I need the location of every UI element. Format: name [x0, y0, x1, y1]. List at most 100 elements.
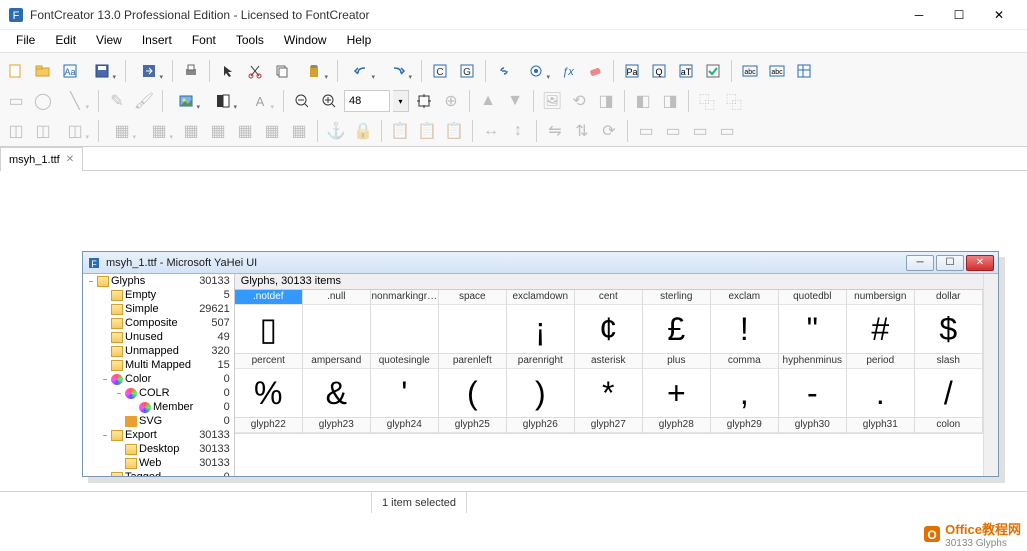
export-button[interactable] — [132, 59, 166, 83]
contrast-button[interactable] — [206, 89, 240, 113]
new-font-button[interactable] — [4, 59, 28, 83]
zoom-in-button[interactable] — [317, 89, 341, 113]
tree-item-web[interactable]: Web30133 — [83, 456, 234, 470]
save-button[interactable] — [85, 59, 119, 83]
zoom-dropdown-button[interactable]: ▾ — [393, 90, 409, 112]
glyph-cell-glyph30[interactable]: glyph30 — [779, 418, 847, 434]
redo-button[interactable] — [381, 59, 415, 83]
glyph-cell-glyph29[interactable]: glyph29 — [711, 418, 779, 434]
glyph-cell-dollar[interactable]: dollar$ — [915, 290, 983, 354]
glyph-cell-glyph25[interactable]: glyph25 — [439, 418, 507, 434]
svg-text:Aa: Aa — [64, 67, 75, 77]
glyph-cell-nonmarkingr…[interactable]: nonmarkingr… — [371, 290, 439, 354]
cut-button[interactable] — [243, 59, 267, 83]
tree-item-simple[interactable]: Simple29621 — [83, 302, 234, 316]
child-close-button[interactable]: ✕ — [966, 255, 994, 271]
glyph-cell-colon[interactable]: colon — [915, 418, 983, 434]
glyph-cell-space[interactable]: space — [439, 290, 507, 354]
tree-item-unused[interactable]: Unused49 — [83, 330, 234, 344]
font-info-button[interactable]: Aa — [58, 59, 82, 83]
open-button[interactable] — [31, 59, 55, 83]
minimize-button[interactable]: ─ — [899, 2, 939, 28]
glyph-g-button[interactable]: G — [455, 59, 479, 83]
image-button[interactable] — [169, 89, 203, 113]
child-maximize-button[interactable]: ☐ — [936, 255, 964, 271]
tree-item-colr[interactable]: −COLR0 — [83, 386, 234, 400]
child-minimize-button[interactable]: ─ — [906, 255, 934, 271]
glyph-cell-hyphenminus[interactable]: hyphenminus- — [779, 354, 847, 418]
menu-view[interactable]: View — [86, 30, 132, 52]
glyph-cell-parenleft[interactable]: parenleft( — [439, 354, 507, 418]
glyph-cell-quotesingle[interactable]: quotesingle' — [371, 354, 439, 418]
zoom-level-input[interactable] — [344, 90, 390, 112]
tree-item-member[interactable]: Member0 — [83, 400, 234, 414]
menu-edit[interactable]: Edit — [45, 30, 86, 52]
pa-button[interactable]: Pa — [620, 59, 644, 83]
glyph-cell-ampersand[interactable]: ampersand& — [303, 354, 371, 418]
glyph-cell-asterisk[interactable]: asterisk* — [575, 354, 643, 418]
glyph-cell-period[interactable]: period. — [847, 354, 915, 418]
abc-button-1[interactable]: abc — [738, 59, 762, 83]
zoom-out-button[interactable] — [290, 89, 314, 113]
link-button[interactable] — [492, 59, 516, 83]
tree-item-tagged[interactable]: −Tagged0 — [83, 470, 234, 476]
glyph-cell-comma[interactable]: comma, — [711, 354, 779, 418]
tree-item-color[interactable]: −Color0 — [83, 372, 234, 386]
tree-item-multi-mapped[interactable]: Multi Mapped15 — [83, 358, 234, 372]
glyph-cell-sterling[interactable]: sterling£ — [643, 290, 711, 354]
category-tree[interactable]: −Glyphs30133Empty5Simple29621Composite50… — [83, 274, 235, 476]
abc-button-2[interactable]: abc — [765, 59, 789, 83]
glyph-cell-parenright[interactable]: parenright) — [507, 354, 575, 418]
glyph-cell-numbersign[interactable]: numbersign# — [847, 290, 915, 354]
sheet-button[interactable] — [792, 59, 816, 83]
glyph-cell-glyph24[interactable]: glyph24 — [371, 418, 439, 434]
menu-window[interactable]: Window — [274, 30, 337, 52]
menu-tools[interactable]: Tools — [226, 30, 274, 52]
fx-button[interactable]: ƒx — [556, 59, 580, 83]
check-button[interactable] — [701, 59, 725, 83]
menu-font[interactable]: Font — [182, 30, 226, 52]
document-tab[interactable]: msyh_1.ttf ✕ — [0, 147, 83, 171]
glyph-cell-slash[interactable]: slash/ — [915, 354, 983, 418]
glyph-cell-glyph31[interactable]: glyph31 — [847, 418, 915, 434]
cursor-button[interactable] — [216, 59, 240, 83]
menu-file[interactable]: File — [6, 30, 45, 52]
glyph-cell-glyph28[interactable]: glyph28 — [643, 418, 711, 434]
fit-button[interactable] — [412, 89, 436, 113]
child-title-bar[interactable]: F msyh_1.ttf - Microsoft YaHei UI ─ ☐ ✕ — [83, 252, 998, 274]
glyph-cell-cent[interactable]: cent¢ — [575, 290, 643, 354]
copy-button[interactable] — [270, 59, 294, 83]
paste-button[interactable] — [297, 59, 331, 83]
glyph-cell-exclam[interactable]: exclam! — [711, 290, 779, 354]
glyph-cell-.notdef[interactable]: .notdef▯ — [235, 290, 303, 354]
glyph-cell-percent[interactable]: percent% — [235, 354, 303, 418]
print-button[interactable] — [179, 59, 203, 83]
glyph-c-button[interactable]: C — [428, 59, 452, 83]
tree-item-glyphs[interactable]: −Glyphs30133 — [83, 274, 234, 288]
tree-item-empty[interactable]: Empty5 — [83, 288, 234, 302]
tree-item-svg[interactable]: SVG0 — [83, 414, 234, 428]
tree-item-desktop[interactable]: Desktop30133 — [83, 442, 234, 456]
tree-item-export[interactable]: −Export30133 — [83, 428, 234, 442]
glyph-cell-glyph23[interactable]: glyph23 — [303, 418, 371, 434]
tree-item-unmapped[interactable]: Unmapped320 — [83, 344, 234, 358]
maximize-button[interactable]: ☐ — [939, 2, 979, 28]
undo-button[interactable] — [344, 59, 378, 83]
qa-button[interactable]: Q — [647, 59, 671, 83]
at-button[interactable]: aT — [674, 59, 698, 83]
menu-insert[interactable]: Insert — [132, 30, 182, 52]
glyph-cell-.null[interactable]: .null — [303, 290, 371, 354]
glyph-cell-glyph26[interactable]: glyph26 — [507, 418, 575, 434]
glyph-cell-glyph22[interactable]: glyph22 — [235, 418, 303, 434]
glyph-cell-exclamdown[interactable]: exclamdown¡ — [507, 290, 575, 354]
close-button[interactable]: ✕ — [979, 2, 1019, 28]
document-tab-close[interactable]: ✕ — [66, 154, 74, 165]
menu-help[interactable]: Help — [337, 30, 382, 52]
glyph-cell-plus[interactable]: plus+ — [643, 354, 711, 418]
tree-item-composite[interactable]: Composite507 — [83, 316, 234, 330]
glyph-cell-quotedbl[interactable]: quotedbl" — [779, 290, 847, 354]
vertical-scrollbar[interactable] — [983, 274, 998, 476]
erase-button[interactable] — [583, 59, 607, 83]
link-settings-button[interactable] — [519, 59, 553, 83]
glyph-cell-glyph27[interactable]: glyph27 — [575, 418, 643, 434]
